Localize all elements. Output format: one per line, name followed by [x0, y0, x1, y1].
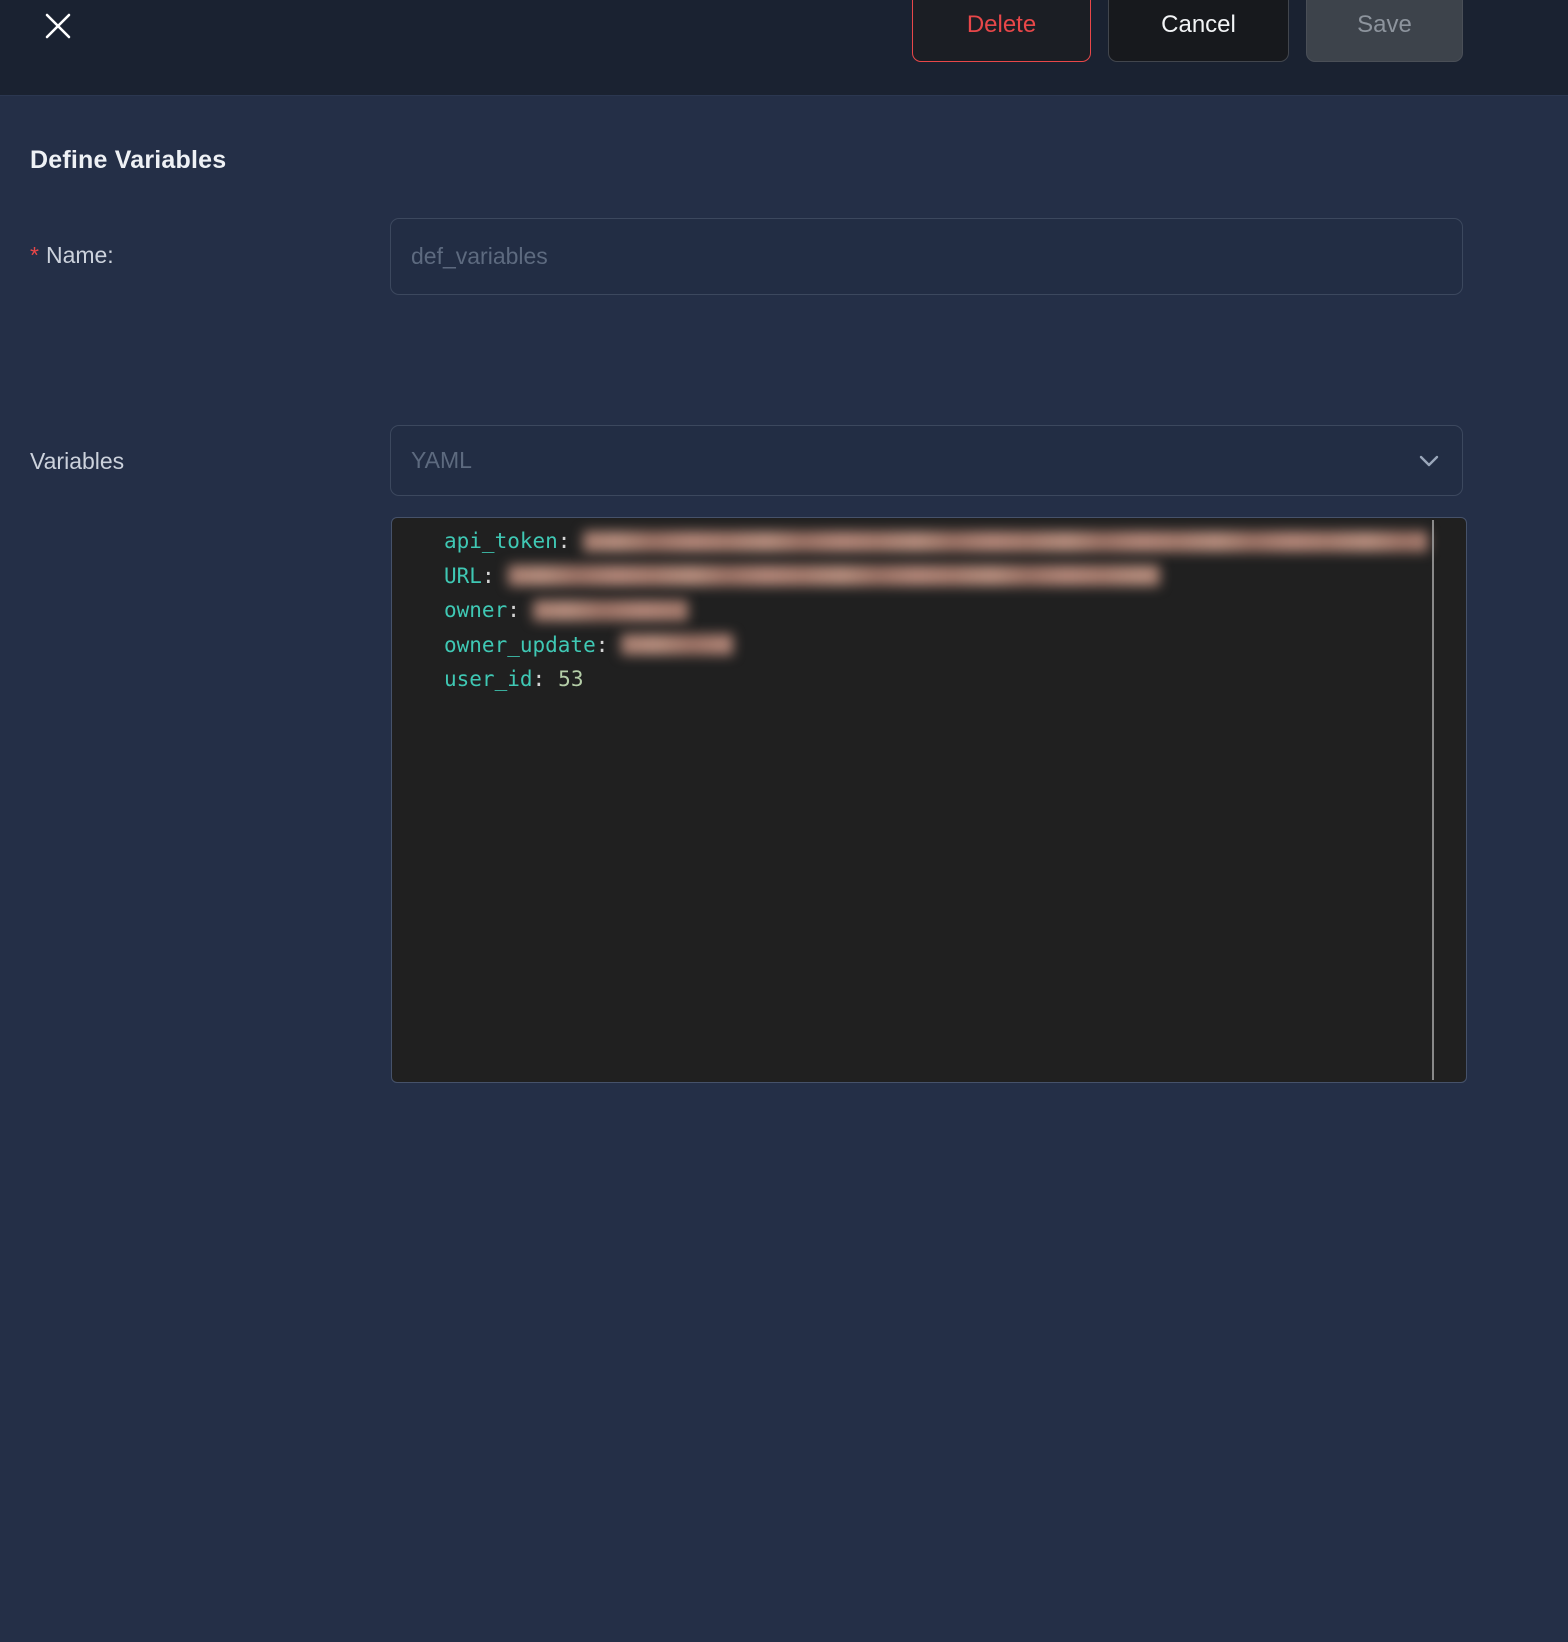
code-line: user_id:53: [392, 662, 1432, 697]
save-button[interactable]: Save: [1306, 0, 1463, 62]
cancel-button[interactable]: Cancel: [1108, 0, 1289, 62]
redacted-value: [507, 565, 1160, 587]
variables-field-label: Variables: [30, 448, 125, 474]
delete-button[interactable]: Delete: [912, 0, 1091, 62]
yaml-key: URL: [444, 563, 482, 588]
yaml-key: owner_update: [444, 632, 596, 657]
yaml-colon: :: [532, 667, 546, 691]
redacted-value: [583, 530, 1429, 552]
redacted-value: [621, 634, 734, 656]
yaml-key: owner: [444, 598, 508, 622]
chevron-down-icon: [1416, 448, 1442, 474]
yaml-colon: :: [557, 529, 571, 553]
editor-scrollbar[interactable]: [1432, 520, 1434, 1080]
header-bar: Delete Cancel Save: [0, 0, 1568, 96]
page-title: Define Variables: [30, 146, 227, 174]
code-lines: api_token: URL: owner: owner_update: user_id…: [392, 524, 1432, 697]
name-input[interactable]: [390, 218, 1463, 295]
close-icon: [45, 13, 71, 39]
select-value: YAML: [411, 447, 472, 473]
code-line: owner_update:: [392, 628, 1432, 663]
yaml-key: user_id: [444, 667, 533, 691]
yaml-colon: :: [507, 598, 520, 622]
code-line: URL:: [392, 559, 1432, 594]
variables-yaml-editor[interactable]: api_token: URL: owner: owner_update: user_id…: [391, 517, 1467, 1083]
code-line: api_token:: [392, 524, 1432, 559]
name-label-text: Name:: [45, 242, 114, 268]
yaml-colon: :: [595, 632, 609, 657]
redacted-value: [532, 599, 688, 621]
required-marker: *: [30, 242, 39, 268]
close-button[interactable]: [38, 6, 78, 46]
variables-format-select[interactable]: YAML: [390, 425, 1463, 496]
name-field-label: * Name:: [30, 242, 114, 269]
yaml-key: api_token: [444, 529, 558, 553]
yaml-colon: :: [481, 563, 495, 588]
code-line: owner:: [392, 593, 1432, 628]
yaml-value: 53: [558, 667, 584, 691]
